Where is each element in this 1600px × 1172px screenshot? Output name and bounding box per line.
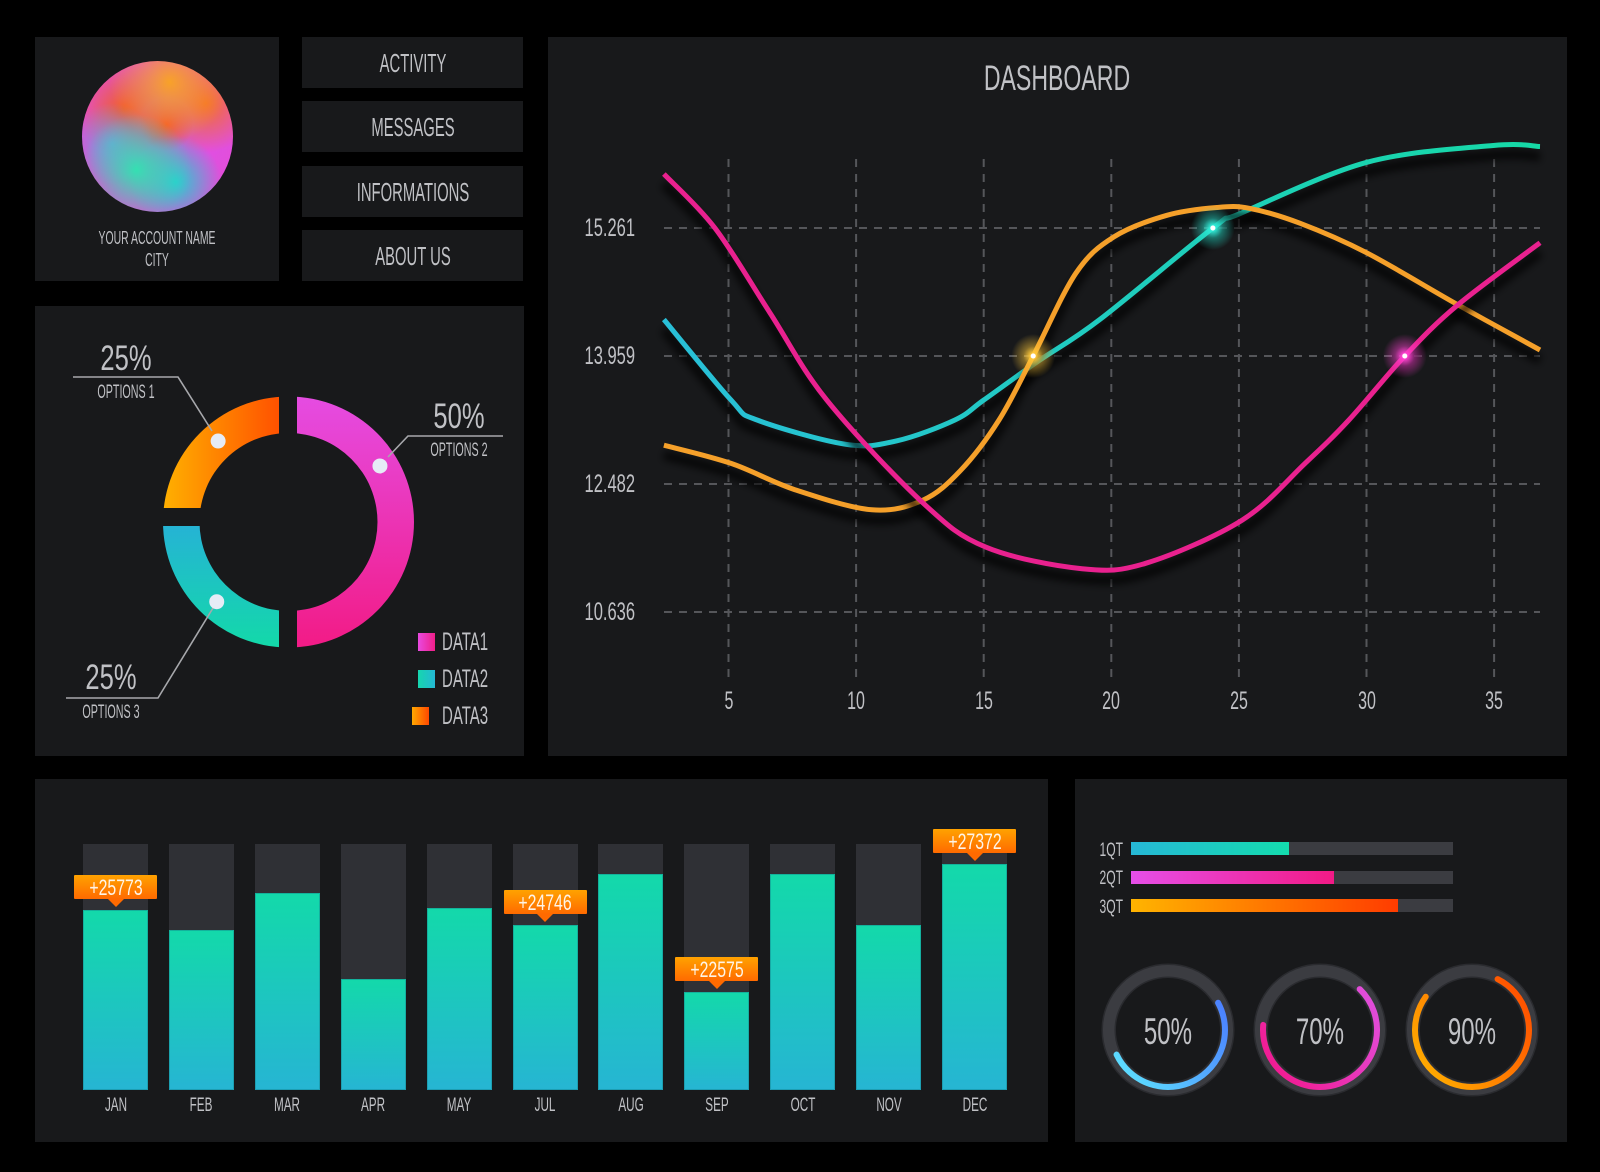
progress-fill-1qt: [1131, 842, 1289, 855]
nav-activity-button[interactable]: ACTIVITY: [302, 37, 523, 88]
y-tick-label: 13.959: [584, 342, 635, 370]
nav-label: ABOUT US: [374, 241, 451, 271]
progress-fill-2qt: [1131, 870, 1334, 884]
callout-pointer: [708, 980, 725, 989]
bar-label: MAR: [274, 1093, 301, 1116]
callout-value: +27372: [947, 828, 1002, 854]
chart-title: DASHBOARD: [983, 58, 1130, 98]
callout-badge: +27372: [933, 828, 1016, 854]
nav-about-us-button[interactable]: ABOUT US: [302, 230, 523, 281]
callout-badge: +25773: [74, 875, 157, 901]
account-city: CITY: [145, 249, 169, 270]
legend-label: DATA2: [442, 664, 489, 693]
bar-label: SEP: [705, 1093, 729, 1116]
ring-value-label: 90%: [1447, 1011, 1497, 1052]
x-tick-label: 25: [1229, 687, 1248, 715]
callout-badge: +24746: [503, 890, 587, 916]
bar-track: [598, 844, 664, 1090]
bar-track: [340, 844, 406, 1090]
bar-track: [512, 844, 578, 1090]
bar-aug: [598, 873, 664, 1090]
progress-track: [1131, 899, 1453, 912]
legend-label: DATA1: [442, 627, 489, 656]
legend-swatch-data1: [418, 633, 435, 651]
line-chart-panel: [548, 37, 1567, 756]
options-3-label: OPTIONS 3: [81, 700, 140, 723]
bar-track: [168, 844, 234, 1090]
bar-feb: [168, 930, 234, 1090]
bar-dec: [942, 863, 1007, 1090]
x-tick-label: 30: [1357, 687, 1376, 715]
bar-label: NOV: [875, 1093, 902, 1116]
nav-label: ACTIVITY: [379, 48, 446, 78]
callout-value: +24746: [518, 890, 572, 916]
bar-track: [856, 844, 922, 1090]
x-tick-label: 20: [1102, 687, 1121, 715]
ring-value-label: 70%: [1295, 1011, 1345, 1052]
progress-label: 1QT: [1099, 838, 1123, 861]
progress-panel: [1075, 779, 1567, 1142]
y-tick-label: 12.482: [584, 470, 635, 498]
options-2-label: OPTIONS 2: [430, 438, 488, 461]
nav-label: MESSAGES: [370, 112, 455, 142]
bar-jul: [512, 925, 578, 1090]
x-tick-label: 15: [974, 687, 993, 715]
bar-label: MAY: [446, 1093, 472, 1116]
progress-label: 3QT: [1099, 895, 1123, 918]
options-1-label: OPTIONS 1: [96, 380, 155, 403]
y-tick-label: 10.636: [584, 598, 635, 626]
bar-label: OCT: [790, 1093, 816, 1116]
account-name: YOUR ACCOUNT NAME: [98, 227, 216, 248]
progress-label: 2QT: [1099, 867, 1123, 889]
bar-track: [254, 844, 320, 1090]
bar-mar: [254, 893, 320, 1090]
bar-label: FEB: [190, 1093, 213, 1116]
callout-pointer: [966, 852, 983, 861]
bar-jan: [83, 910, 148, 1090]
legend-swatch-data2: [418, 670, 435, 688]
bar-sep: [684, 991, 750, 1090]
bar-label: AUG: [618, 1093, 644, 1116]
progress-fill-3qt: [1131, 899, 1399, 912]
callout-pointer: [537, 914, 553, 923]
progress-track: [1131, 842, 1453, 855]
bar-label: DEC: [962, 1093, 987, 1116]
nav-label: INFORMATIONS: [356, 177, 469, 207]
x-tick-label: 35: [1485, 687, 1503, 715]
bar-track: [770, 844, 836, 1090]
legend-swatch-data3: [412, 707, 429, 725]
callout-pointer: [107, 899, 124, 908]
x-tick-label: 10: [847, 687, 865, 715]
bar-apr: [340, 979, 406, 1090]
ring-value-label: 50%: [1143, 1011, 1193, 1052]
bar-may: [426, 908, 492, 1090]
options-1-value: 25%: [99, 338, 152, 378]
legend-label: DATA3: [442, 701, 489, 730]
x-tick-label: 5: [724, 687, 733, 715]
bar-track: [942, 844, 1007, 1090]
bar-label: APR: [361, 1093, 386, 1116]
avatar[interactable]: [82, 61, 233, 212]
bar-label: JUL: [534, 1093, 556, 1116]
options-3-value: 25%: [84, 657, 137, 697]
bar-label: JAN: [104, 1093, 127, 1116]
nav-messages-button[interactable]: MESSAGES: [302, 101, 523, 152]
y-tick-label: 15.261: [584, 214, 635, 242]
bar-oct: [770, 873, 836, 1090]
callout-value: +25773: [88, 875, 143, 901]
progress-track: [1131, 870, 1453, 884]
bar-nov: [856, 925, 922, 1090]
bar-track: [426, 844, 492, 1090]
callout-badge: +22575: [675, 956, 759, 982]
callout-value: +22575: [690, 956, 744, 982]
nav-informations-button[interactable]: INFORMATIONS: [302, 166, 523, 217]
options-2-value: 50%: [433, 396, 485, 436]
